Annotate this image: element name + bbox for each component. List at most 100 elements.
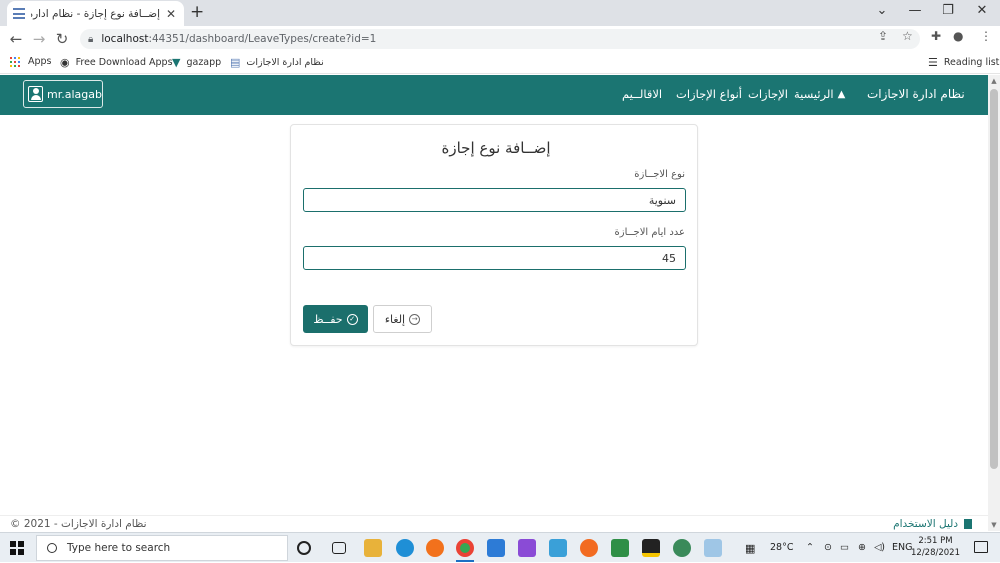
lock-icon: 🔒︎: [88, 33, 94, 45]
edge-icon[interactable]: [396, 539, 414, 557]
app-navbar: mr.alagab الاقالــيم أنواع الإجازات الإج…: [0, 75, 988, 115]
browser-tab[interactable]: إضــافة نوع إجازة - نظام ادارة الاجازات …: [7, 1, 184, 26]
address-bar[interactable]: 🔒︎ localhost:44351/dashboard/LeaveTypes/…: [80, 29, 920, 49]
footer-copyright: © 2021 - نظام ادارة الاجازات: [10, 518, 147, 530]
app2-icon[interactable]: [673, 539, 691, 557]
bookmark-label: Free Download Apps: [75, 57, 173, 68]
back-button[interactable]: ←: [8, 30, 24, 48]
clock-date: 12/28/2021: [911, 548, 960, 558]
taskbar-search-box[interactable]: Type here to search: [36, 535, 288, 561]
arrow-circle-icon: →: [409, 313, 421, 325]
notification-icon[interactable]: [974, 541, 988, 553]
page-favicon-icon: [13, 8, 25, 19]
windows-taskbar: Type here to search ▦ 28°C ⌃ ⊙ ▭ ⊕ ◁) EN…: [0, 532, 1000, 562]
reload-button[interactable]: ↻: [54, 30, 70, 48]
profile-icon[interactable]: ●: [953, 29, 963, 43]
bookmark-gazapp[interactable]: ▼ gazapp: [172, 56, 221, 69]
bookmark-apps[interactable]: Apps: [10, 56, 52, 67]
reading-list-label: Reading list: [943, 57, 1000, 68]
vscode-icon[interactable]: [487, 539, 505, 557]
clock-time: 2:51 PM: [918, 536, 953, 546]
page-title: إضــافة نوع إجازة: [441, 139, 551, 157]
extensions-icon[interactable]: ✚: [931, 29, 941, 43]
scroll-down-icon[interactable]: ▼: [988, 521, 1000, 529]
reading-list-button[interactable]: ☰ Reading list: [928, 56, 999, 69]
tab-search-icon[interactable]: ⌄: [874, 3, 890, 18]
show-hidden-icons-icon[interactable]: ⌃: [806, 542, 814, 553]
postman-icon[interactable]: [580, 539, 598, 557]
browser-tab-strip: إضــافة نوع إجازة - نظام ادارة الاجازات …: [0, 0, 1000, 26]
file-explorer-icon[interactable]: [364, 539, 382, 557]
new-tab-button[interactable]: +: [190, 2, 204, 22]
network-icon[interactable]: ⊕: [858, 542, 866, 553]
bookmark-leave-system[interactable]: ▤ نظام ادارة الاجازات: [230, 56, 324, 69]
volume-icon[interactable]: ◁): [874, 542, 885, 553]
minimize-button[interactable]: —: [907, 3, 923, 18]
browser-toolbar: ← → ↻ 🔒︎ localhost:44351/dashboard/Leave…: [0, 26, 1000, 52]
bookmark-label: gazapp: [186, 57, 222, 68]
app3-icon[interactable]: [704, 539, 722, 557]
leave-type-label: نوع الاجــازة: [634, 169, 685, 180]
scrollbar-thumb[interactable]: [990, 89, 998, 469]
page-scrollbar[interactable]: ▲ ▼: [988, 75, 1000, 531]
bookmark-label: نظام ادارة الاجازات: [246, 57, 324, 68]
page-footer: © 2021 - نظام ادارة الاجازات دليل الاستخ…: [0, 515, 988, 531]
windows-start-icon[interactable]: [10, 541, 24, 555]
bookmark-label: Apps: [28, 56, 52, 67]
check-circle-icon: ✓: [346, 313, 358, 325]
user-guide-link[interactable]: دليل الاستخدام: [893, 518, 972, 530]
globe-icon: ◉: [60, 56, 70, 69]
nav-link-leave-types[interactable]: أنواع الإجازات: [676, 87, 742, 101]
sticky-app-icon[interactable]: [642, 539, 660, 557]
language-indicator[interactable]: ENG: [892, 542, 912, 553]
search-icon: [47, 543, 57, 553]
nav-link-home[interactable]: الرئيسية ▲: [794, 87, 845, 101]
battery-icon[interactable]: ▭: [840, 542, 849, 553]
cancel-label: إلغاء: [384, 312, 406, 326]
save-button[interactable]: حفــظ ✓: [303, 305, 368, 333]
page-icon: ▤: [230, 56, 241, 69]
app-icon[interactable]: [549, 539, 567, 557]
restore-button[interactable]: ❐: [940, 3, 956, 18]
navbar-brand[interactable]: نظام ادارة الاجازات: [867, 87, 965, 101]
chrome-icon[interactable]: [456, 539, 474, 557]
usb-icon[interactable]: ⊙: [824, 542, 832, 553]
user-avatar-icon: [28, 86, 44, 102]
temperature[interactable]: 28°C: [770, 542, 793, 553]
save-label: حفــظ: [313, 312, 343, 326]
user-guide-label: دليل الاستخدام: [893, 518, 958, 530]
menu-icon[interactable]: ⋮: [980, 29, 992, 43]
tab-close-icon[interactable]: ✕: [164, 7, 178, 21]
url-path: :44351/dashboard/LeaveTypes/create?id=1: [148, 33, 377, 45]
nav-link-leaves[interactable]: الإجازات: [748, 87, 788, 101]
cancel-button[interactable]: إلغاء →: [373, 305, 432, 333]
add-leave-type-card: إضــافة نوع إجازة نوع الاجــازة عدد ايام…: [290, 124, 698, 346]
user-menu-button[interactable]: mr.alagab: [23, 80, 103, 108]
url-host: localhost: [101, 33, 149, 45]
username: mr.alagab: [47, 87, 102, 101]
scroll-up-icon[interactable]: ▲: [988, 77, 1000, 85]
firefox-icon[interactable]: [426, 539, 444, 557]
share-icon[interactable]: ⇪: [878, 29, 888, 43]
cortana-icon[interactable]: [297, 541, 311, 555]
leave-days-label: عدد ايام الاجــازة: [614, 227, 685, 238]
apps-grid-icon: [10, 56, 20, 67]
tab-title: إضــافة نوع إجازة - نظام ادارة الاجازات: [31, 7, 160, 20]
bookmark-free-download-apps[interactable]: ◉ Free Download Apps: [60, 56, 173, 69]
book-icon: [962, 519, 972, 529]
visual-studio-icon[interactable]: [518, 539, 536, 557]
taskbar-search-placeholder: Type here to search: [67, 542, 171, 554]
forward-button[interactable]: →: [31, 30, 47, 48]
close-window-button[interactable]: ✕: [974, 3, 990, 18]
leave-days-input[interactable]: [303, 246, 686, 270]
image-app-icon[interactable]: [611, 539, 629, 557]
nav-home-label: الرئيسية: [794, 87, 834, 101]
bookmark-star-icon[interactable]: ☆: [902, 29, 913, 43]
leave-type-input[interactable]: [303, 188, 686, 212]
task-view-icon[interactable]: [332, 542, 346, 554]
nav-link-regions[interactable]: الاقالــيم: [622, 87, 662, 101]
v-logo-icon: ▼: [172, 56, 181, 69]
weather-icon[interactable]: ▦: [745, 542, 755, 555]
reading-list-icon: ☰: [928, 56, 938, 69]
taskbar-clock[interactable]: 2:51 PM 12/28/2021: [911, 535, 960, 559]
